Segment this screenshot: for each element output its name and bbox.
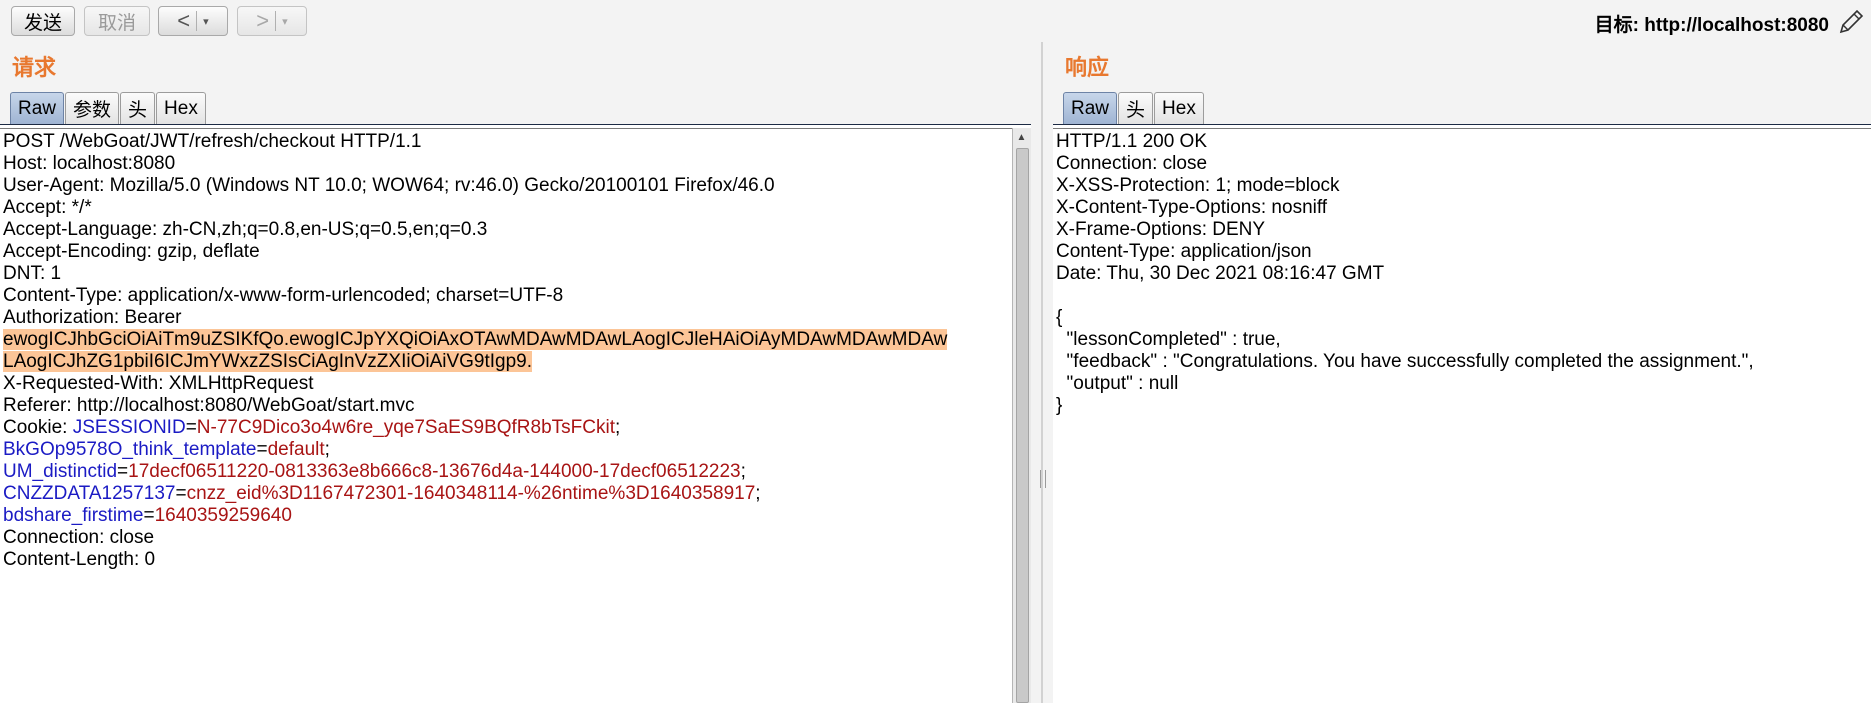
response-tab-hex[interactable]: Hex (1154, 92, 1204, 124)
request-panel: 请求 Raw 参数 头 Hex POST /WebGoat/JWT/refres… (0, 42, 1031, 703)
request-editor[interactable]: POST /WebGoat/JWT/refresh/checkout HTTP/… (0, 128, 1013, 703)
send-button[interactable]: 发送 (11, 6, 75, 36)
cookie-name: bdshare_firstime (3, 505, 144, 526)
panel-splitter[interactable] (1031, 42, 1053, 703)
cookie-separator: ; (324, 439, 330, 460)
forward-history-dropdown-icon[interactable]: ▾ (276, 15, 294, 28)
response-line: "output" : null (1056, 373, 1179, 394)
request-tab-raw[interactable]: Raw (10, 92, 65, 124)
request-tab-headers[interactable]: 头 (120, 92, 156, 124)
splitter-bar (1041, 42, 1043, 703)
cookie-value: 1640359259640 (154, 505, 292, 526)
cookie-name: UM_distinctid (3, 461, 118, 482)
cancel-button[interactable]: 取消 (84, 6, 150, 36)
response-editor[interactable]: HTTP/1.1 200 OK Connection: close X-XSS-… (1053, 128, 1871, 703)
request-scrollbar[interactable]: ▲ (1012, 128, 1031, 703)
back-arrow-icon: < (177, 8, 191, 33)
response-tab-raw[interactable]: Raw (1063, 92, 1118, 124)
cookie-value: N-77C9Dico3o4w6re_yqe7SaES9BQfR8bTsFCkit (196, 417, 615, 438)
cookie-equals: = (175, 483, 187, 504)
request-line: Content-Length: 0 (3, 549, 156, 570)
cookie-separator: ; (755, 483, 761, 504)
cookie-value: 17decf06511220-0813363e8b666c8-13676d4a-… (128, 461, 741, 482)
splitter-grip-icon[interactable] (1040, 470, 1046, 488)
edit-target-pencil-icon[interactable] (1837, 8, 1865, 36)
back-button[interactable]: < ▾ (158, 6, 228, 36)
cookie-value: default (267, 439, 325, 460)
cookie-value: cnzz_eid%3D1167472301-1640348114-%26ntim… (186, 483, 756, 504)
jwt-token-selection: ewogICJhbGciOiAiTm9uZSIKfQo.ewogICJpYXQi… (3, 329, 948, 350)
cookie-name: BkGOp9578O_think_template (3, 439, 257, 460)
cookie-separator: ; (615, 417, 621, 438)
response-tab-headers[interactable]: 头 (1118, 92, 1154, 124)
cookie-equals: = (143, 505, 155, 526)
cookie-name: JSESSIONID (72, 417, 186, 438)
request-tabs: Raw 参数 头 Hex (10, 92, 207, 124)
request-tab-params[interactable]: 参数 (65, 92, 120, 124)
request-tab-hex[interactable]: Hex (156, 92, 206, 124)
response-line: Date: Thu, 30 Dec 2021 08:16:47 GMT (1056, 263, 1385, 284)
scroll-up-arrow-icon[interactable]: ▲ (1013, 128, 1030, 146)
cookie-equals: = (117, 461, 129, 482)
back-history-dropdown-icon[interactable]: ▾ (197, 15, 215, 28)
cookie-name: CNZZDATA1257137 (3, 483, 176, 504)
cookie-equals: = (256, 439, 268, 460)
cookie-equals: = (185, 417, 197, 438)
target-url: http://localhost:8080 (1644, 15, 1829, 36)
target-display: 目标: http://localhost:8080 (1595, 10, 1829, 37)
response-tabs: Raw 头 Hex (1063, 92, 1205, 124)
jwt-token-selection: LAogICJhZG1pbiI6ICJmYWxzZSIsCiAgInVzZXIi… (3, 351, 533, 372)
request-line: User-Agent: Mozilla/5.0 (Windows NT 10.0… (3, 175, 775, 196)
response-panel-title: 响应 (1065, 56, 1110, 81)
response-panel: 响应 Raw 头 Hex HTTP/1.1 200 OK Connection:… (1053, 42, 1871, 703)
request-panel-title: 请求 (12, 56, 57, 81)
response-line: } (1056, 395, 1063, 416)
forward-arrow-icon: > (256, 8, 270, 33)
cookie-separator: ; (740, 461, 746, 482)
scroll-thumb[interactable] (1016, 148, 1029, 703)
cookie-header-label: Cookie: (3, 417, 73, 438)
toolbar: 发送 取消 < ▾ > ▾ 目标: http://localhost:8080 (0, 0, 1871, 42)
forward-button[interactable]: > ▾ (237, 6, 307, 36)
target-label: 目标: (1594, 15, 1639, 36)
